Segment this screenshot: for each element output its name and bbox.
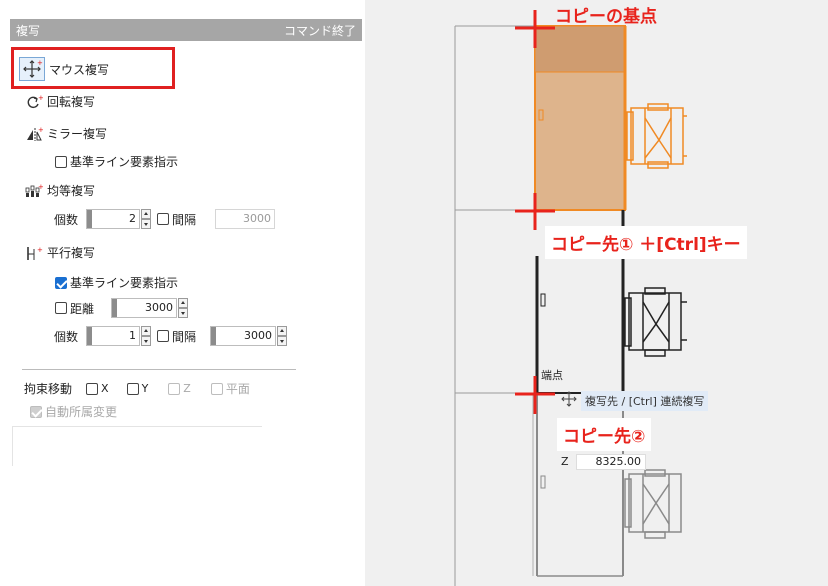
end-command-button[interactable]: コマンド終了: [284, 22, 356, 39]
plane-label: 平面: [225, 382, 250, 396]
mirror-ref-line-checkbox[interactable]: [55, 155, 67, 168]
equal-copy-icon[interactable]: +: [25, 183, 43, 199]
axis-y-label: Y: [141, 382, 149, 395]
mirror-copy-icon[interactable]: +: [25, 126, 43, 142]
move-arrows-icon: +: [23, 59, 43, 78]
svg-text:+: +: [38, 94, 43, 102]
coordinate-readout: Z 8325.00: [561, 454, 647, 470]
distance-label: 距離: [70, 301, 95, 316]
auto-affiliation-label: 自動所属変更: [45, 405, 118, 419]
parallel-interval-label: 間隔: [172, 329, 197, 344]
parallel-count-stepper[interactable]: [141, 326, 152, 346]
mirror-copy-label[interactable]: ミラー複写: [47, 125, 107, 142]
distance-stepper[interactable]: [178, 298, 189, 318]
rotate-copy-icon[interactable]: +: [25, 94, 43, 110]
svg-text:+: +: [37, 246, 43, 254]
hint-move-icon: [561, 391, 577, 407]
copy-hint-tooltip: 複写先 / [Ctrl] 連続複写: [581, 391, 709, 411]
equal-count-input[interactable]: 2: [86, 209, 141, 229]
distance-input[interactable]: 3000: [111, 298, 178, 318]
mouse-copy-icon-button[interactable]: +: [19, 57, 45, 81]
equal-interval-input[interactable]: 3000: [215, 209, 276, 229]
axis-y-checkbox[interactable]: [126, 382, 139, 395]
panel-lower-area: [12, 426, 262, 466]
coord-value[interactable]: 8325.00: [576, 454, 647, 470]
callout-destination-1: コピー先① ＋[Ctrl]キー: [545, 226, 747, 259]
distance-checkbox[interactable]: [55, 302, 67, 314]
parallel-interval-stepper[interactable]: [277, 326, 288, 346]
svg-text:+: +: [38, 126, 43, 134]
callout-destination-2: コピー先②: [557, 418, 652, 451]
parallel-ref-line-checkbox[interactable]: [55, 276, 67, 289]
section-divider: [22, 369, 296, 370]
plane-checkbox: [210, 382, 223, 395]
parallel-ref-line-label: 基準ライン要素指示: [70, 276, 179, 290]
equal-interval-checkbox[interactable]: [157, 213, 170, 225]
mirror-ref-line-label: 基準ライン要素指示: [70, 155, 179, 169]
auto-affiliation-checkbox: [30, 405, 42, 418]
drawing-canvas[interactable]: [365, 0, 828, 586]
parallel-interval-checkbox[interactable]: [157, 330, 170, 342]
original-cabinet[interactable]: [534, 25, 687, 211]
rotate-copy-label[interactable]: 回転複写: [47, 93, 95, 110]
parallel-copy-icon[interactable]: +: [25, 245, 43, 261]
cad-viewport[interactable]: コピーの基点 コピー先① ＋[Ctrl]キー コピー先② 端点 複写先 / [C…: [365, 0, 828, 586]
parallel-count-input[interactable]: 1: [86, 326, 141, 346]
equal-interval-label: 間隔: [172, 212, 197, 227]
panel-header: 複写 コマンド終了: [10, 19, 362, 41]
copy-panel: 複写 コマンド終了 + マウス複写 + 回転複写 + ミラー複写 基準ライン要素…: [0, 0, 362, 586]
axis-z-label: Z: [183, 382, 191, 395]
equal-count-label: 個数: [54, 212, 79, 227]
parallel-interval-input[interactable]: 3000: [210, 326, 277, 346]
parallel-copy-label[interactable]: 平行複写: [47, 244, 95, 261]
wall-outline: [454, 25, 540, 586]
parallel-count-label: 個数: [54, 329, 79, 344]
mouse-copy-label[interactable]: マウス複写: [49, 61, 109, 78]
equal-copy-label[interactable]: 均等複写: [47, 182, 95, 199]
svg-text:+: +: [37, 59, 43, 67]
panel-title: 複写: [16, 24, 41, 38]
axis-z-checkbox: [168, 382, 181, 395]
constraint-label: 拘束移動: [24, 382, 73, 396]
coord-axis-label: Z: [561, 455, 569, 468]
axis-x-label: X: [101, 382, 109, 395]
endpoint-tag: 端点: [541, 369, 563, 382]
svg-text:+: +: [38, 183, 43, 191]
axis-x-checkbox[interactable]: [86, 382, 99, 395]
equal-count-stepper[interactable]: [141, 209, 152, 229]
callout-base-point: コピーの基点: [555, 7, 657, 27]
